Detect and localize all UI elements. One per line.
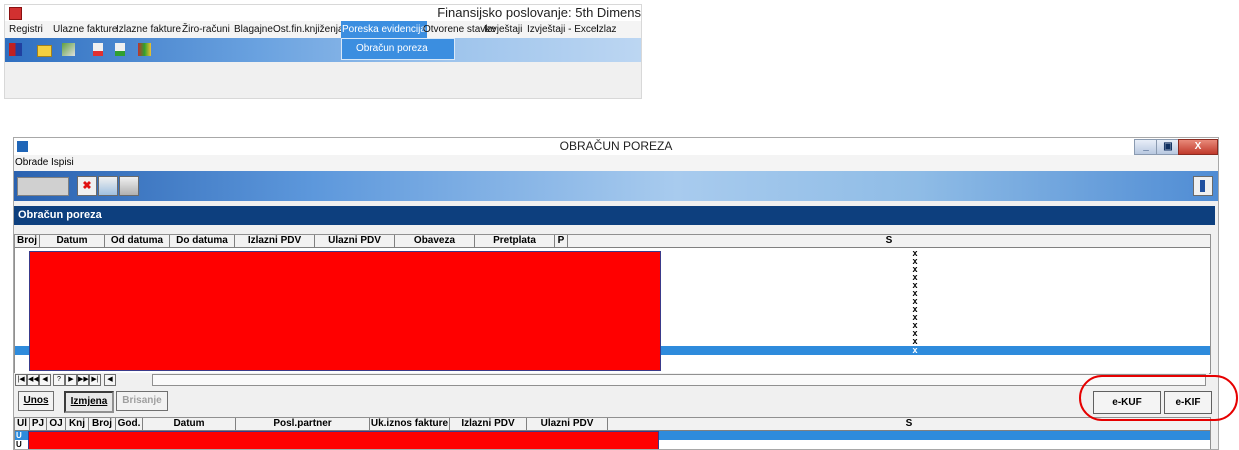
maximize-button[interactable]: ▣ [1156,139,1180,155]
col-header-izlazni-pdv[interactable]: Izlazni PDV [450,418,527,431]
col-header-izlazni-pdv[interactable]: Izlazni PDV [235,235,315,248]
nav-first-button[interactable]: |◀ [15,374,27,386]
document-down-icon[interactable] [93,43,103,56]
window-menubar: Obrade Ispisi [14,155,1218,171]
col-header-uk-iznos-fakture[interactable]: Uk.iznos fakture [370,418,450,431]
col-header-do-datuma[interactable]: Do datuma [170,235,235,248]
exit-door-icon[interactable] [1193,176,1213,196]
menu-ulazne-fakture[interactable]: Ulazne fakture [52,21,118,38]
dropdown-menu: Obračun poreza [341,38,455,60]
window-title: OBRAČUN POREZA [559,139,673,153]
brisanje-button[interactable]: Brisanje [116,391,168,411]
app-icon [9,7,22,20]
main-app-titlebar: Finansijsko poslovanje: 5th Dimens [5,5,641,21]
menu-ziro-racuni[interactable]: Žiro-računi [181,21,231,38]
redacted-area [28,431,659,449]
main-menubar: Registri Ulazne fakture Izlazne fakture … [5,21,641,38]
izmjena-label: Izmjena [70,396,108,407]
col-header-datum[interactable]: Datum [143,418,236,431]
print-icon[interactable] [119,176,139,196]
nav-prev-page-button[interactable]: ◀◀ [27,374,39,386]
minimize-button[interactable]: _ [1134,139,1158,155]
col-header-datum[interactable]: Datum [40,235,105,248]
menu-blagajne[interactable]: Blagajne [233,21,274,38]
grid-navigator: |◀ ◀◀ ◀ ? ▶ ▶▶ ▶| ◀ [14,373,1209,386]
main-app-title: Finansijsko poslovanje: 5th Dimens [437,5,641,20]
nav-next-page-button[interactable]: ▶▶ [77,374,89,386]
col-header-god[interactable]: God. [116,418,143,431]
menu-ispisi[interactable]: Ispisi [51,155,74,171]
window-titlebar: OBRAČUN POREZA _ ▣ X [14,138,1218,155]
menu-item-obracun-poreza[interactable]: Obračun poreza [342,39,454,59]
menu-poreska-evidencija[interactable]: Poreska evidencija [341,21,427,38]
main-app-window: Finansijsko poslovanje: 5th Dimens Regis… [4,4,642,99]
nav-last-button[interactable]: ▶| [89,374,101,386]
books-icon[interactable] [138,43,151,56]
cards-icon[interactable] [62,43,75,56]
toolbar-field [17,177,69,196]
izmjena-button[interactable]: Izmjena [64,391,114,413]
col-header-p[interactable]: P [555,235,568,248]
menu-izlazne-fakture[interactable]: Izlazne fakture [115,21,182,38]
col-header-ulazni-pdv[interactable]: Ulazni PDV [527,418,608,431]
main-app-workspace [5,62,641,98]
col-header-ulazni-pdv[interactable]: Ulazni PDV [315,235,395,248]
brisanje-label: Brisanje [122,395,162,406]
menu-izvjestaji[interactable]: Izvještaji [483,21,523,38]
cancel-icon[interactable]: ✖ [77,176,97,196]
menu-registri[interactable]: Registri [8,21,44,38]
col-header-broj[interactable]: Broj [15,235,40,248]
nav-search-button[interactable]: ? [53,374,65,386]
document-up-icon[interactable] [115,43,125,56]
obracun-poreza-window: OBRAČUN POREZA _ ▣ X Obrade Ispisi ✖ Obr… [13,137,1219,450]
col-header-od-datuma[interactable]: Od datuma [105,235,170,248]
window-toolbar: ✖ [14,171,1218,201]
col-header-posl-partner[interactable]: Posl.partner [236,418,370,431]
nav-next-button[interactable]: ▶ [65,374,77,386]
horizontal-scrollbar[interactable] [152,374,1206,386]
highlight-annotation [1079,375,1238,421]
menu-izvjestaji-excel[interactable]: Izvještaji - Excel [526,21,600,38]
col-header-obaveza[interactable]: Obaveza [395,235,475,248]
close-button[interactable]: X [1178,139,1218,155]
unos-label: Unos [23,395,49,406]
menu-obrade[interactable]: Obrade [15,155,48,171]
col-header-oj[interactable]: OJ [47,418,66,431]
redacted-area [29,251,661,371]
menu-izlaz[interactable]: Izlaz [595,21,618,38]
edit-icon[interactable] [98,176,118,196]
col-header-s[interactable]: S [568,235,1210,248]
main-toolbar [5,38,641,62]
unos-button[interactable]: Unos [18,391,54,411]
col-header-broj[interactable]: Broj [89,418,116,431]
menu-ost-fin-knjizenja[interactable]: Ost.fin.knjiženja [272,21,345,38]
nav-prev-button[interactable]: ◀ [39,374,51,386]
folder-icon[interactable] [37,45,52,57]
col-header-ul[interactable]: Ul [15,418,30,431]
scroll-left-button[interactable]: ◀ [104,374,116,386]
registry-icon[interactable] [9,43,22,56]
panel-title: Obračun poreza [14,206,1215,225]
col-header-knj[interactable]: Knj [66,418,89,431]
col-header-pretplata[interactable]: Pretplata [475,235,555,248]
s-mark-selected: x [912,345,918,355]
col-header-pj[interactable]: PJ [30,418,47,431]
row-marker: U [16,431,22,440]
